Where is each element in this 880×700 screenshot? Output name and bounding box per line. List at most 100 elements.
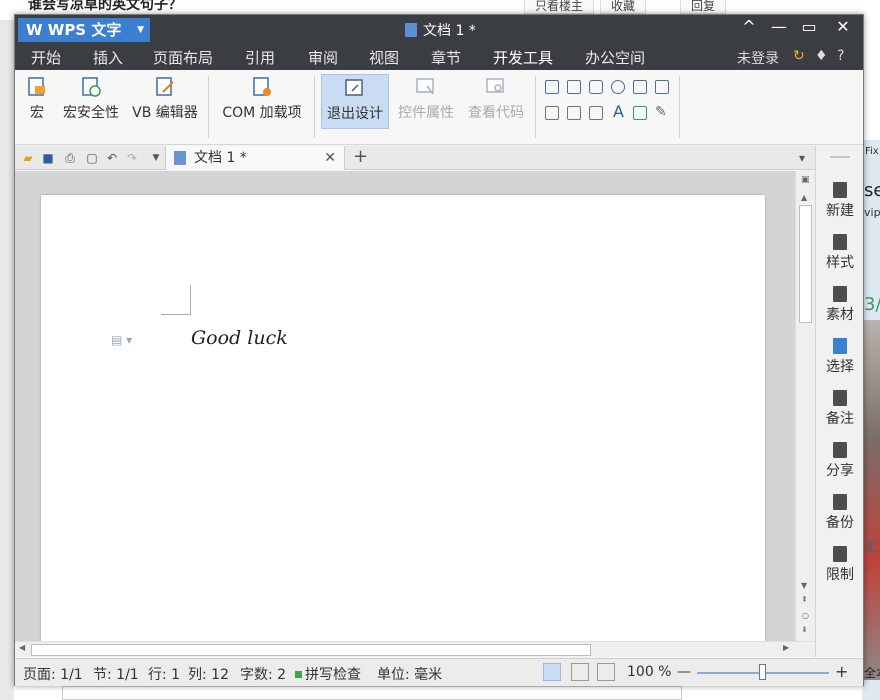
button-control-icon[interactable] (589, 80, 603, 94)
pane-select-button[interactable]: 选择 (816, 338, 864, 376)
more-controls-icon[interactable]: ✎ (655, 104, 667, 120)
tab-developer-tools[interactable]: 开发工具 (490, 47, 556, 73)
view-code-button[interactable]: 查看代码 (465, 76, 527, 122)
ribbon-developer: 宏 宏安全性 VB 编辑器 COM 加载项 退出设计 控件属性 查看代码 A ✎ (15, 70, 863, 145)
tab-page-layout[interactable]: 页面布局 (153, 47, 213, 68)
pane-share-button[interactable]: 分享 (816, 442, 864, 480)
next-page-icon[interactable]: ⇟ (801, 625, 808, 634)
window-title: 文档 1 * (405, 20, 476, 40)
background-text-vip: vip, (864, 206, 880, 219)
status-unit[interactable]: 单位: 毫米 (377, 664, 442, 684)
radio-control-icon[interactable] (611, 80, 625, 94)
zoom-level[interactable]: 100 % (627, 664, 671, 680)
vertical-scrollbar[interactable]: ▣ ▲ ▼ ⇞ ○ ⇟ (795, 171, 815, 641)
undo-icon[interactable]: ↶ (105, 151, 119, 165)
label-control-icon[interactable]: A (613, 102, 624, 121)
checkbox-control-icon[interactable] (545, 80, 559, 94)
horizontal-scrollbar[interactable]: ◀ ▶ (15, 641, 815, 657)
pane-styles-button[interactable]: 样式 (816, 234, 864, 272)
status-page[interactable]: 页面: 1/1 (23, 664, 83, 684)
prev-page-icon[interactable]: ⇞ (801, 595, 808, 604)
frame-control-icon[interactable] (545, 106, 559, 120)
web-view-button[interactable] (597, 663, 615, 681)
word-document-icon (174, 151, 186, 165)
tab-list-icon[interactable]: ▾ (795, 151, 809, 165)
new-tab-button[interactable]: + (353, 146, 368, 167)
pane-new-button[interactable]: 新建 (816, 182, 864, 220)
login-status[interactable]: 未登录 (737, 48, 779, 68)
shirt-icon[interactable]: ♦ (815, 48, 828, 64)
document-icon (405, 23, 417, 37)
refresh-icon[interactable]: ↻ (793, 48, 805, 64)
background-button-favorite[interactable]: 收藏 (600, 0, 647, 14)
pane-notes-button[interactable]: 备注 (816, 390, 864, 428)
zoom-out-button[interactable]: — (677, 664, 691, 680)
com-addins-button[interactable]: COM 加载项 (217, 76, 307, 122)
close-tab-icon[interactable]: ✕ (324, 146, 336, 170)
status-word-count[interactable]: 字数: 2 (240, 664, 286, 684)
horizontal-scroll-thumb[interactable] (31, 644, 591, 656)
open-folder-icon[interactable]: ▰ (21, 151, 35, 165)
macro-security-button[interactable]: 宏安全性 (59, 76, 123, 122)
textbox-control-icon[interactable] (567, 80, 581, 94)
collapse-ribbon-button[interactable]: ^ (735, 17, 763, 36)
pane-backup-button[interactable]: 备份 (816, 494, 864, 532)
pane-restrict-button[interactable]: 限制 (816, 546, 864, 584)
background-button-reply[interactable]: 回复 (680, 0, 727, 14)
document-tab-bar: ▰ ■ ⎙ ▢ ↶ ↷ ▼ 文档 1 * ✕ + ▾ (15, 146, 815, 170)
status-bar: 页面: 1/1 节: 1/1 行: 1 列: 12 字数: 2 拼写检查 单位:… (15, 658, 863, 686)
combobox-control-icon[interactable] (655, 80, 669, 94)
macro-button[interactable]: 宏 (23, 76, 51, 122)
quick-access-dropdown-icon[interactable]: ▼ (149, 151, 163, 165)
exit-design-button[interactable]: 退出设计 (321, 74, 389, 129)
image-control-icon[interactable] (633, 106, 647, 120)
background-button-only-op[interactable]: 只看楼主 (524, 0, 595, 14)
outline-view-button[interactable] (571, 663, 589, 681)
page-view-button[interactable] (543, 663, 561, 681)
paragraph-menu-icon[interactable]: ▤ ▾ (111, 333, 132, 347)
listbox-control-icon[interactable] (633, 80, 647, 94)
tab-view[interactable]: 视图 (369, 47, 399, 68)
menu-bar: 开始 插入 页面布局 引用 审阅 视图 章节 开发工具 办公空间 未登录 ↻ ♦… (15, 43, 863, 73)
status-column: 列: 12 (188, 667, 229, 683)
document-text[interactable]: Good luck (191, 327, 288, 349)
zoom-slider-knob[interactable] (759, 664, 766, 680)
new-document-icon (833, 182, 847, 198)
document-page[interactable]: ▤ ▾ Good luck (41, 195, 765, 641)
tab-review[interactable]: 审阅 (308, 47, 338, 68)
tab-start[interactable]: 开始 (31, 47, 61, 68)
document-tab[interactable]: 文档 1 * ✕ (165, 146, 345, 170)
design-mode-icon (345, 79, 363, 96)
task-pane: 新建 样式 素材 选择 备注 分享 备份 限制 (815, 146, 863, 657)
styles-icon (833, 234, 847, 250)
help-button[interactable]: ? (837, 48, 844, 64)
save-icon[interactable]: ■ (41, 151, 55, 165)
scrollbar-control-icon[interactable] (589, 106, 603, 120)
close-button[interactable]: ✕ (829, 17, 857, 36)
vertical-scroll-thumb[interactable] (799, 205, 812, 323)
vb-editor-button[interactable]: VB 编辑器 (129, 76, 201, 122)
spin-control-icon[interactable] (567, 106, 581, 120)
scroll-left-icon[interactable]: ◀ (19, 643, 25, 652)
ruler-toggle-icon[interactable]: ▣ (801, 175, 810, 185)
tab-references[interactable]: 引用 (245, 47, 275, 68)
pane-materials-button[interactable]: 素材 (816, 286, 864, 324)
wps-app-menu-button[interactable]: W WPS 文字 ▼ (18, 18, 150, 42)
print-preview-icon[interactable]: ▢ (85, 151, 99, 165)
control-properties-button[interactable]: 控件属性 (395, 76, 457, 122)
tab-office-space[interactable]: 办公空间 (585, 47, 645, 68)
redo-icon[interactable]: ↷ (125, 151, 139, 165)
tab-sections[interactable]: 章节 (431, 47, 461, 68)
spell-check-toggle[interactable]: 拼写检查 (295, 664, 361, 684)
scroll-right-icon[interactable]: ▶ (783, 643, 789, 652)
tab-insert[interactable]: 插入 (93, 47, 123, 68)
print-icon[interactable]: ⎙ (63, 151, 77, 165)
maximize-button[interactable]: ▭ (795, 17, 823, 36)
browse-object-icon[interactable]: ○ (802, 611, 809, 620)
scroll-down-icon[interactable]: ▼ (801, 581, 807, 590)
minimize-button[interactable]: — (765, 17, 793, 36)
zoom-in-button[interactable]: + (835, 662, 848, 681)
background-text-full: 全本 (864, 666, 880, 680)
status-section[interactable]: 节: 1/1 (93, 664, 139, 684)
scroll-up-icon[interactable]: ▲ (801, 193, 807, 202)
